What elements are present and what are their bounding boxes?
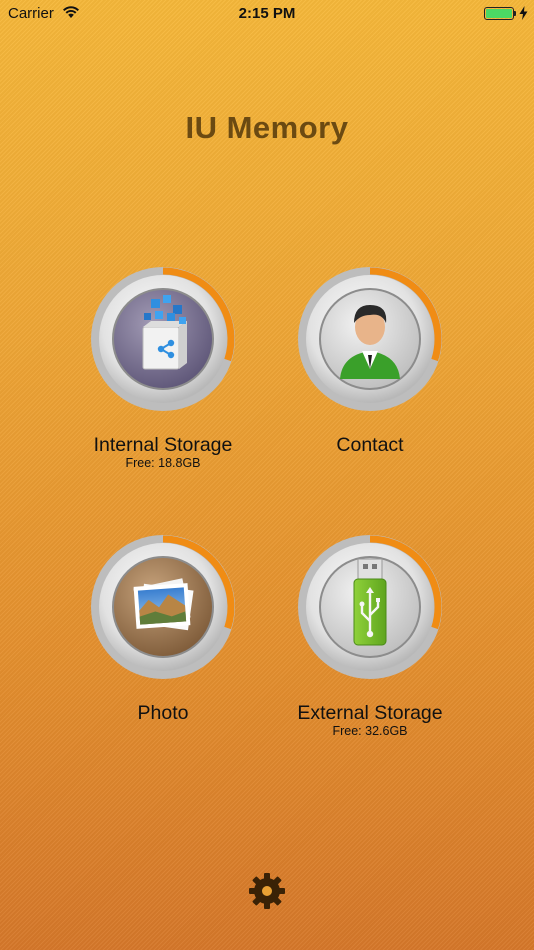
internal-storage-dial bbox=[89, 265, 237, 413]
tile-contact[interactable]: Contact bbox=[270, 265, 470, 456]
tile-photo[interactable]: Photo bbox=[63, 533, 263, 724]
external-storage-dial bbox=[296, 533, 444, 681]
tile-label-internal-storage: Internal Storage bbox=[93, 434, 233, 456]
photo-dial bbox=[89, 533, 237, 681]
tile-label-external-storage: External Storage bbox=[297, 702, 443, 724]
tile-internal-storage[interactable]: Internal Storage Free: 18.8GB bbox=[63, 265, 263, 470]
battery-tip bbox=[514, 11, 516, 16]
status-bar: Carrier 2:15 PM bbox=[0, 0, 534, 28]
battery-full-icon bbox=[484, 7, 514, 20]
app-title: IU Memory bbox=[185, 110, 349, 145]
tile-external-storage[interactable]: External Storage Free: 32.6GB bbox=[270, 533, 470, 738]
status-time: 2:15 PM bbox=[238, 5, 296, 22]
contact-dial bbox=[296, 265, 444, 413]
gear-icon[interactable] bbox=[247, 871, 287, 911]
tile-label-contact: Contact bbox=[336, 434, 404, 456]
tile-label-photo: Photo bbox=[137, 702, 189, 724]
bolt-icon bbox=[519, 6, 528, 20]
internal-storage-free: Free: 18.8GB bbox=[125, 456, 201, 470]
external-storage-free: Free: 32.6GB bbox=[332, 724, 408, 738]
usb-drive-icon bbox=[353, 558, 387, 646]
